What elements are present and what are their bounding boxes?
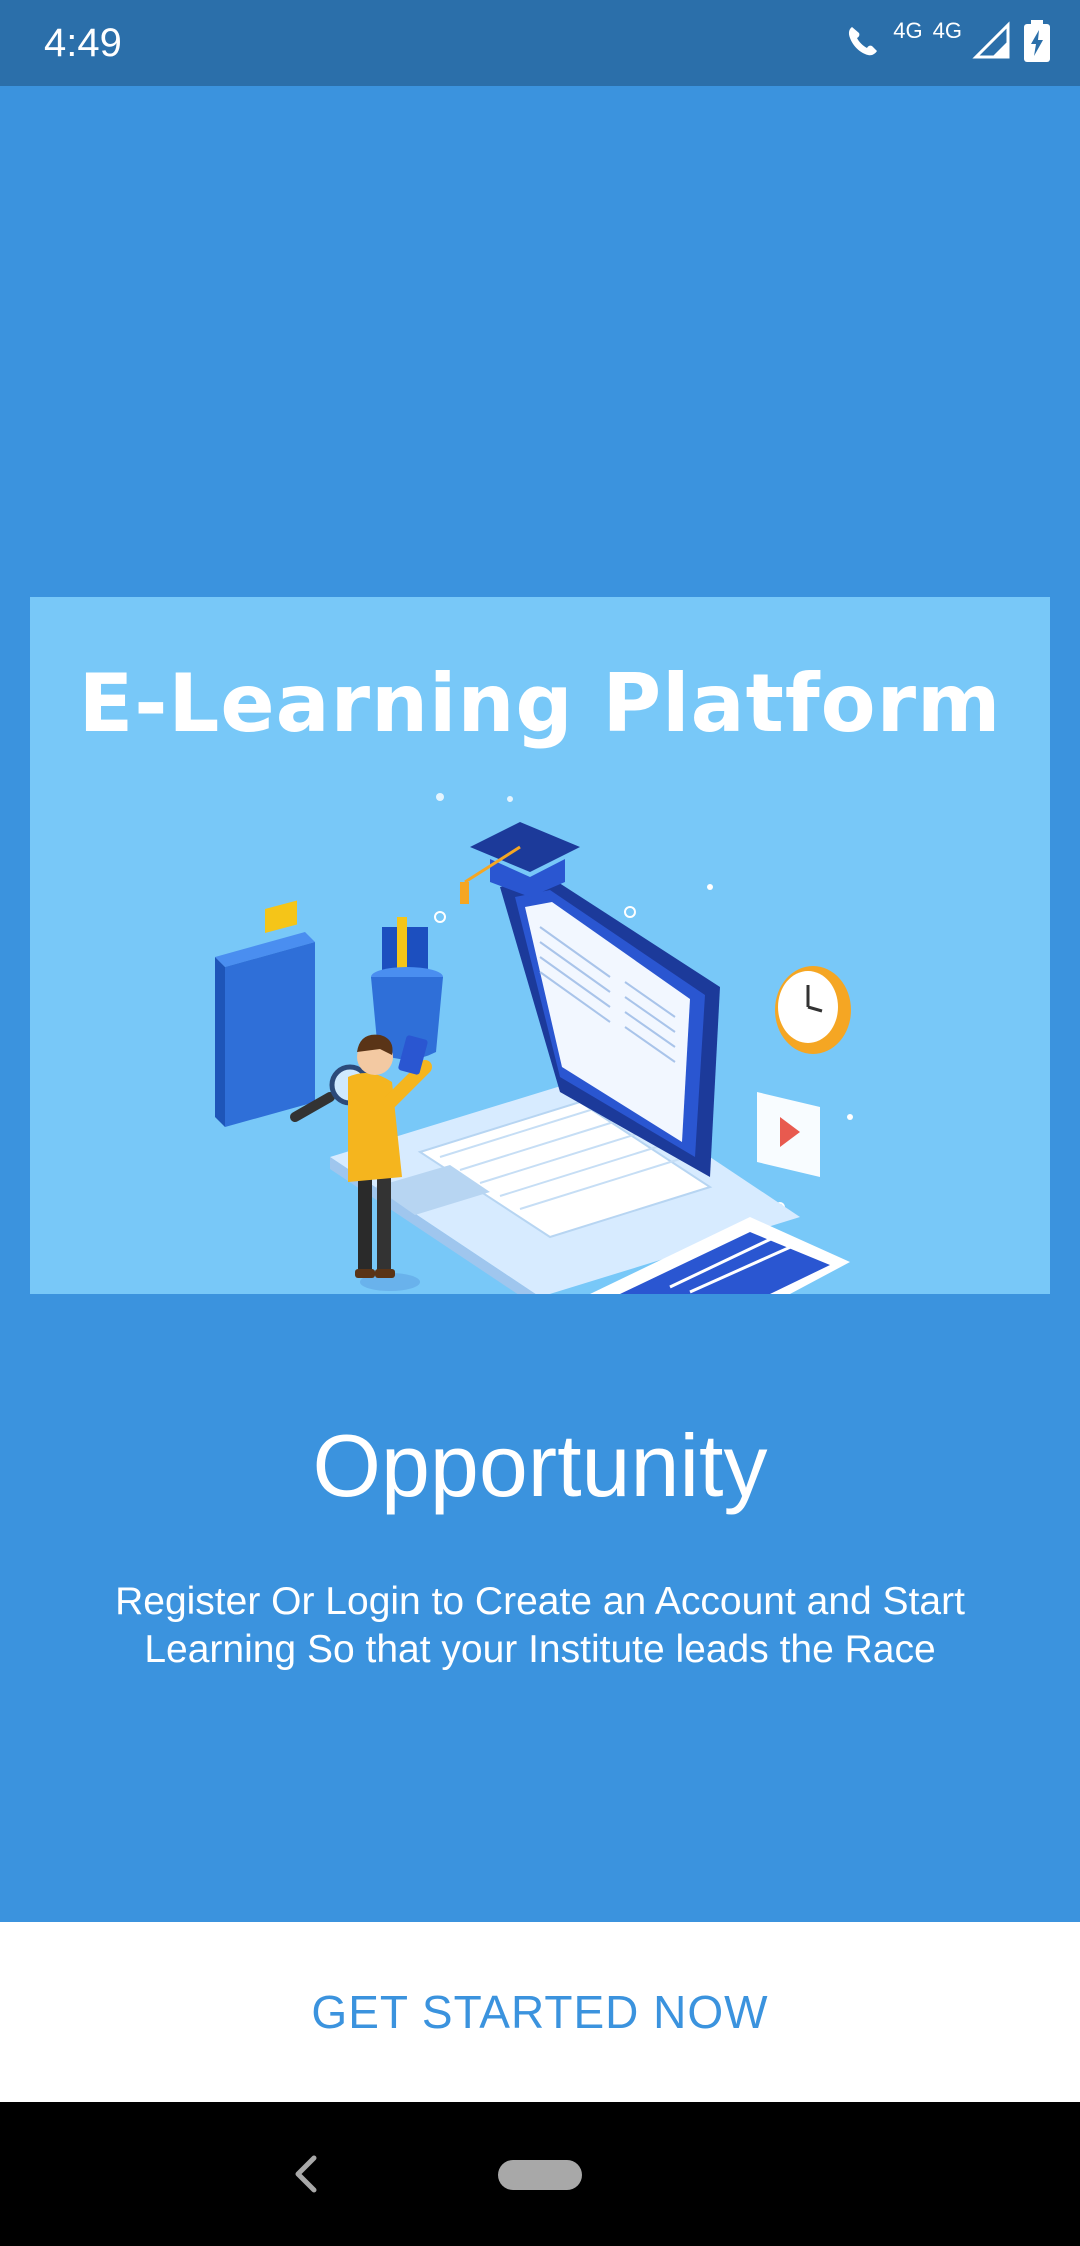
status-icons: 4G 4G (843, 18, 1052, 68)
onboarding-screen: E-Learning Platform Opportunity Register… (0, 86, 1080, 1922)
page-description: Register Or Login to Create an Account a… (115, 1580, 965, 1671)
network-type-label-2: 4G (932, 18, 962, 43)
status-bar: 4:49 4G 4G (0, 0, 1080, 86)
page-heading: Opportunity (312, 1416, 768, 1515)
status-time: 4:49 (44, 21, 122, 65)
home-pill-icon[interactable] (498, 2160, 582, 2190)
navigation-bar (0, 2102, 1080, 2246)
wifi-calling-icon (843, 21, 883, 66)
hero-title: E-Learning Platform (78, 657, 1002, 750)
signal-icon (972, 20, 1012, 66)
network-type-label: 4G (893, 18, 923, 43)
bottom-panel: GET STARTED NOW (0, 1922, 1080, 2102)
hero-banner: E-Learning Platform (30, 597, 1050, 1294)
get-started-button[interactable]: GET STARTED NOW (0, 1922, 1080, 2102)
battery-charging-icon (1022, 19, 1052, 68)
back-icon[interactable] (290, 2150, 320, 2198)
